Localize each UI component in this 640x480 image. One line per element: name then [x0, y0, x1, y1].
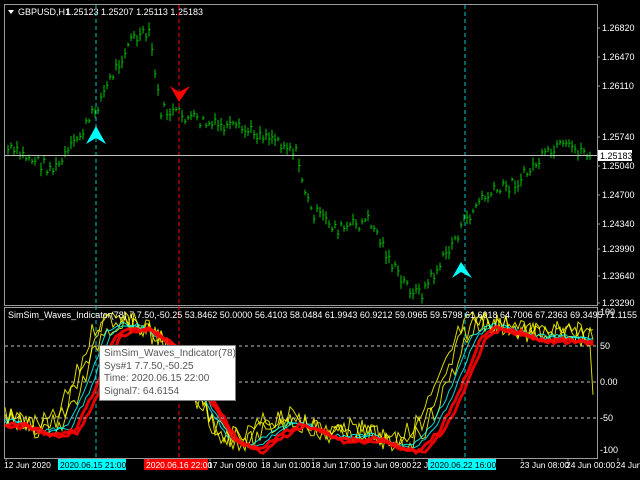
indicator-level-label: -100 [600, 445, 618, 455]
price-tick-label: 1.24700 [602, 190, 635, 200]
price-tick-label: 1.25740 [602, 132, 635, 142]
price-tick-label: 1.26820 [602, 23, 635, 33]
symbol-label: GBPUSD,H1 [18, 7, 70, 17]
tooltip-time: Time: 2020.06.15 22:00 [104, 373, 210, 384]
buy-arrow-icon-2 [452, 262, 472, 278]
time-label: 24 Jun 16:00 [616, 460, 640, 470]
indicator-label: SimSim_Waves_Indicator(78) 7.7.50,-50.25… [8, 310, 640, 320]
time-label: 18 Jun 01:00 [261, 460, 310, 470]
time-label: 2020.06.15 21:00 [60, 460, 126, 470]
indicator-waves [4, 310, 595, 456]
time-label: 23 Jun 08:00 [520, 460, 569, 470]
time-label: 2020.06.16 22:00 [146, 460, 212, 470]
time-axis: 12 Jun 2020 2020.06.15 21:00 2020.06.16 22… [4, 458, 640, 470]
tooltip-indicator-name: SimSim_Waves_Indicator(78) [104, 348, 236, 359]
indicator-level-label: 50 [600, 341, 610, 351]
time-label: 12 Jun 2020 [4, 460, 51, 470]
price-tick-label: 1.23640 [602, 271, 635, 281]
indicator-level-label: -50 [600, 413, 613, 423]
trading-chart-canvas[interactable]: GBPUSD,H1 1.25123 1.25207 1.25113 1.2518… [0, 0, 640, 480]
time-label: 18 Jun 17:00 [311, 460, 360, 470]
price-tick-label: 1.23990 [602, 244, 635, 254]
time-label: 17 Jun 09:00 [208, 460, 257, 470]
indicator-tooltip: SimSim_Waves_Indicator(78) Sys#1 7.7.50,… [99, 345, 236, 401]
chart-menu-triangle-icon[interactable] [8, 10, 14, 14]
price-tick-label: 1.24340 [602, 219, 635, 229]
tooltip-signal: Signal7: 64.6154 [104, 385, 180, 397]
price-scale: 1.26820 1.26470 1.26110 1.25740 1.25040 1.247… [597, 23, 635, 308]
tooltip-system: Sys#1 7.7.50,-50.25 [104, 360, 194, 372]
time-label: 24 Jun 00:00 [566, 460, 615, 470]
price-tick-label: 1.25040 [602, 161, 635, 171]
sell-arrow-icon [170, 86, 190, 102]
indicator-level-label: 0.00 [600, 377, 618, 387]
time-label: 2020.06.22 16:00 [430, 460, 496, 470]
price-tick-label: 1.26110 [602, 81, 634, 91]
price-tick-label: 1.26470 [602, 52, 635, 62]
time-label: 19 Jun 09:00 [362, 460, 411, 470]
current-price-label: 1.25183 [600, 151, 633, 161]
ohlc-values: 1.25123 1.25207 1.25113 1.25183 [66, 7, 203, 17]
